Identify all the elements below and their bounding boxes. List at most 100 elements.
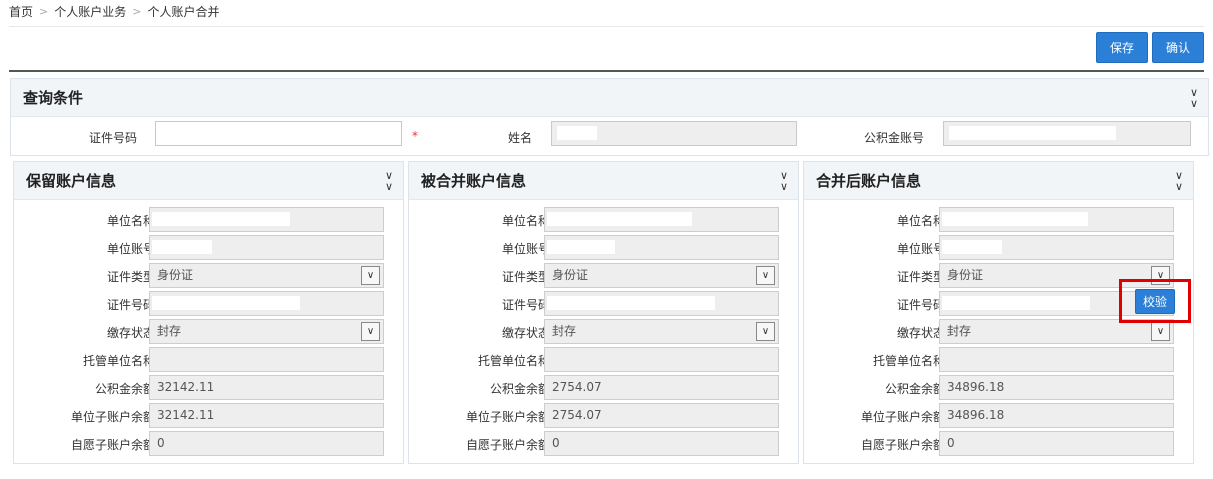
deposit-status-select[interactable]: 封存 ∨	[544, 319, 779, 344]
double-chevron-down-icon[interactable]: ∨ ∨	[780, 170, 788, 192]
trust-unit-field	[939, 347, 1174, 372]
fund-balance-field: 34896.18	[939, 375, 1174, 400]
trust-unit-field	[149, 347, 384, 372]
unit-sub-balance-label: 单位子账户余额	[70, 410, 155, 424]
unit-account-label: 单位账号	[896, 242, 945, 256]
retained-account-header: 保留账户信息 ∨ ∨	[14, 162, 403, 200]
deposit-status-select[interactable]: 封存 ∨	[149, 319, 384, 344]
required-mark: *	[412, 129, 418, 143]
breadcrumb-personal-account[interactable]: 个人账户业务	[54, 3, 126, 20]
trust-unit-label: 托管单位名称	[872, 354, 945, 368]
unit-sub-balance-label: 单位子账户余额	[465, 410, 550, 424]
breadcrumb-separator-icon: >	[39, 4, 49, 18]
unit-sub-balance-field: 34896.18	[939, 403, 1174, 428]
id-number-label: 证件号码	[501, 298, 550, 312]
unit-account-label: 单位账号	[106, 242, 155, 256]
breadcrumb-separator-icon: >	[132, 4, 142, 18]
redacted-mask	[547, 212, 692, 226]
deposit-status-value: 封存	[947, 324, 972, 338]
unit-account-field	[544, 235, 779, 260]
redacted-mask	[949, 126, 1116, 140]
redacted-mask	[557, 126, 597, 140]
chevron-down-icon[interactable]: ∨	[756, 266, 775, 285]
merged-account-panel: 被合并账户信息 ∨ ∨ 单位名称 单位账号 证件类型 身份证 ∨ 证件号码 缴存状态封…	[408, 161, 799, 464]
double-chevron-down-icon[interactable]: ∨ ∨	[1190, 87, 1198, 109]
id-type-value: 身份证	[947, 268, 984, 282]
divider	[9, 26, 1204, 27]
id-number-label: 证件号码	[89, 131, 138, 145]
fund-balance-label: 公积金余额	[884, 382, 945, 396]
chevron-down-icon[interactable]: ∨	[361, 322, 380, 341]
fund-balance-field: 2754.07	[544, 375, 779, 400]
breadcrumb-home[interactable]: 首页	[9, 3, 33, 20]
redacted-mask	[547, 296, 715, 310]
deposit-status-label: 缴存状态	[896, 326, 945, 340]
chevron-down-icon[interactable]: ∨	[1151, 322, 1170, 341]
name-label: 姓名	[508, 131, 533, 145]
unit-name-label: 单位名称	[896, 214, 945, 228]
breadcrumb-account-merge: 个人账户合并	[147, 4, 220, 19]
id-number-input[interactable]	[155, 121, 402, 146]
voluntary-sub-balance-field: 0	[939, 431, 1174, 456]
id-number-label: 证件号码	[896, 298, 945, 312]
id-number-label: 证件号码	[106, 298, 155, 312]
merged-result-title: 合并后账户信息	[816, 172, 922, 190]
voluntary-sub-balance-label: 自愿子账户余额	[70, 438, 155, 452]
unit-account-field	[939, 235, 1174, 260]
merged-result-header: 合并后账户信息 ∨ ∨	[804, 162, 1193, 200]
unit-account-field	[149, 235, 384, 260]
query-panel: 查询条件 ∨ ∨ 证件号码 * 姓名 公积金账号	[10, 78, 1209, 156]
unit-sub-balance-label: 单位子账户余额	[860, 410, 945, 424]
fund-account-label: 公积金账号	[864, 131, 925, 145]
fund-balance-label: 公积金余额	[489, 382, 550, 396]
double-chevron-down-icon[interactable]: ∨ ∨	[385, 170, 393, 192]
redacted-mask	[152, 240, 212, 254]
confirm-button[interactable]: 确认	[1151, 32, 1204, 63]
redacted-mask	[152, 296, 300, 310]
retained-account-panel: 保留账户信息 ∨ ∨ 单位名称 单位账号 证件类型 身份证 ∨ 证件号码 缴存状态 封存…	[13, 161, 404, 464]
unit-sub-balance-field: 2754.07	[544, 403, 779, 428]
chevron-down-icon[interactable]: ∨	[756, 322, 775, 341]
voluntary-sub-balance-field: 0	[544, 431, 779, 456]
merged-account-title: 被合并账户信息	[421, 172, 527, 190]
unit-name-label: 单位名称	[501, 214, 550, 228]
query-panel-header: 查询条件 ∨ ∨	[11, 79, 1208, 117]
breadcrumb: 首页 > 个人账户业务 > 个人账户合并	[9, 2, 219, 20]
deposit-status-value: 封存	[552, 324, 577, 338]
id-number-field	[544, 291, 779, 316]
save-button[interactable]: 保存	[1095, 32, 1148, 63]
merged-account-header: 被合并账户信息 ∨ ∨	[409, 162, 798, 200]
deposit-status-value: 封存	[157, 324, 182, 338]
redacted-mask	[547, 240, 615, 254]
query-panel-title: 查询条件	[23, 89, 84, 107]
id-type-label: 证件类型	[501, 270, 550, 284]
id-type-select[interactable]: 身份证 ∨	[149, 263, 384, 288]
voluntary-sub-balance-label: 自愿子账户余额	[860, 438, 945, 452]
unit-name-field	[149, 207, 384, 232]
retained-account-title: 保留账户信息	[26, 172, 117, 190]
unit-account-label: 单位账号	[501, 242, 550, 256]
fund-balance-label: 公积金余额	[94, 382, 155, 396]
query-row: 证件号码 * 姓名 公积金账号	[11, 117, 1208, 155]
chevron-down-icon[interactable]: ∨	[361, 266, 380, 285]
toolbar: 保存 确认	[1095, 32, 1204, 63]
double-chevron-down-icon[interactable]: ∨ ∨	[1175, 170, 1183, 192]
id-type-value: 身份证	[552, 268, 589, 282]
unit-name-label: 单位名称	[106, 214, 155, 228]
deposit-status-label: 缴存状态	[501, 326, 550, 340]
unit-sub-balance-field: 32142.11	[149, 403, 384, 428]
fund-account-field	[943, 121, 1191, 146]
verify-button[interactable]: 校验	[1135, 289, 1175, 314]
id-number-field	[149, 291, 384, 316]
redacted-mask	[942, 296, 1090, 310]
redacted-mask	[942, 240, 1002, 254]
redacted-mask	[942, 212, 1088, 226]
trust-unit-label: 托管单位名称	[477, 354, 550, 368]
name-field	[551, 121, 797, 146]
redacted-mask	[152, 212, 290, 226]
id-type-label: 证件类型	[896, 270, 945, 284]
voluntary-sub-balance-field: 0	[149, 431, 384, 456]
divider	[9, 70, 1204, 72]
trust-unit-label: 托管单位名称	[82, 354, 155, 368]
id-type-select[interactable]: 身份证 ∨	[544, 263, 779, 288]
